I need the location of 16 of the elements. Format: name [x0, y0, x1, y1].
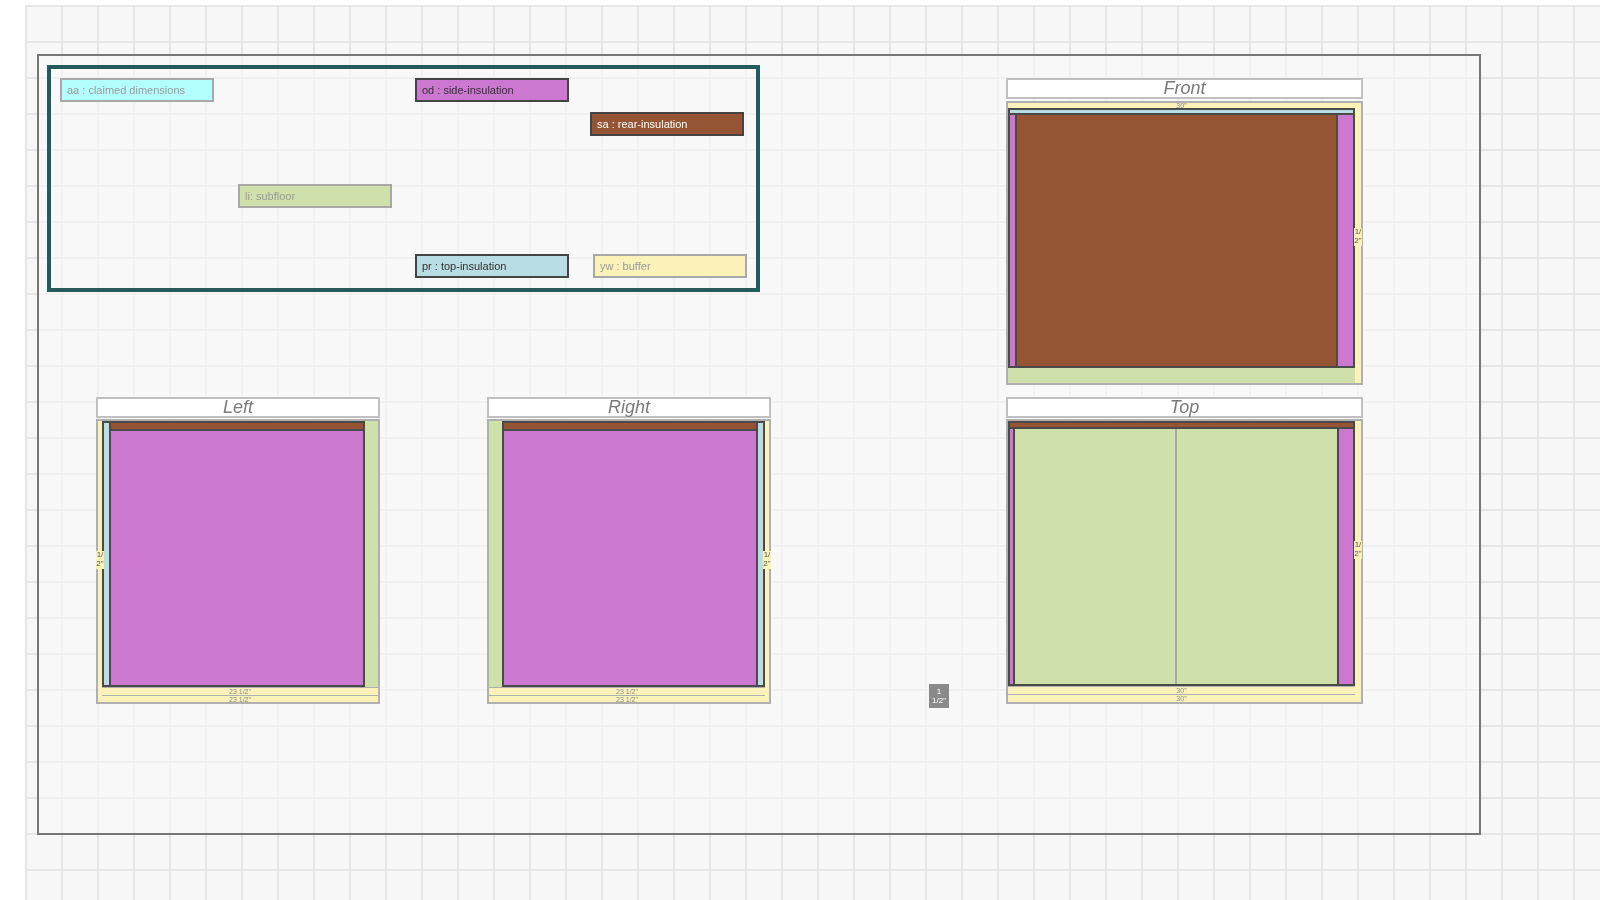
legend-chip: od : side-insulation	[415, 78, 569, 102]
legend-chip: li: subfloor	[238, 184, 392, 208]
legend-chip: yw : buffer	[593, 254, 747, 278]
dimension-label: 1/2"	[1354, 228, 1362, 246]
dimension-label: 1/2"	[763, 551, 771, 569]
badge-text: 1	[936, 687, 942, 696]
view-title: Front	[1006, 78, 1363, 99]
legend-chip: sa : rear-insulation	[590, 112, 744, 136]
view-title: Right	[487, 397, 771, 418]
view-title: Left	[96, 397, 380, 418]
view-title: Top	[1006, 397, 1363, 418]
dimension-label: 1/2"	[96, 551, 104, 569]
badge-text: 1/2"	[932, 696, 946, 705]
legend-chip: aa : claimed dimensions	[60, 78, 214, 102]
legend-chip: pr : top-insulation	[415, 254, 569, 278]
dimension-label: 1/2"	[1354, 541, 1362, 559]
